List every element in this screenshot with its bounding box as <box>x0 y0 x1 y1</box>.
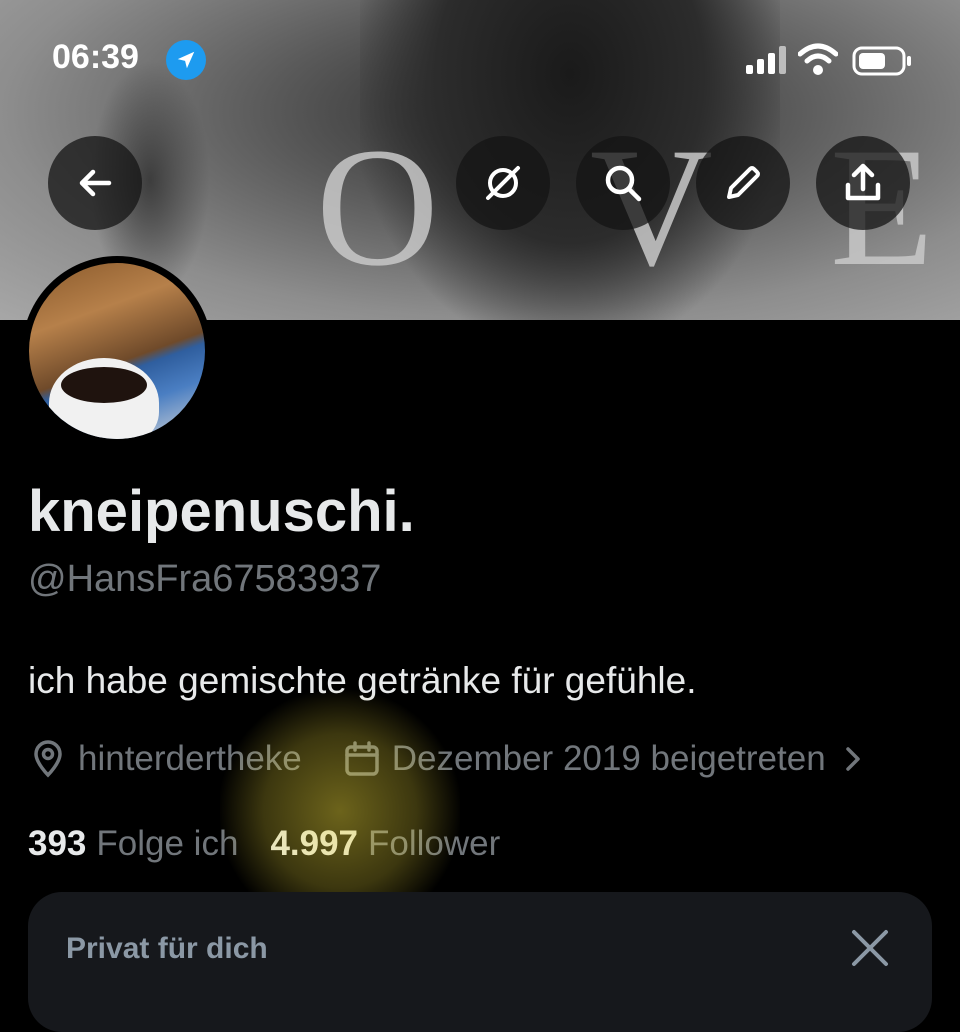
location-pin-icon <box>34 740 62 778</box>
following-label: Folge ich <box>96 824 239 863</box>
banner-letter-o: O <box>316 113 449 301</box>
avatar-coffee-shape <box>61 367 147 403</box>
back-arrow-icon <box>79 169 112 197</box>
close-icon[interactable] <box>848 926 892 970</box>
location-arrow-icon <box>166 40 206 80</box>
bio-text: ich habe gemischte getränke für gefühle. <box>28 660 697 701</box>
avatar[interactable] <box>22 256 212 446</box>
screen-smudge <box>220 690 460 910</box>
battery-icon <box>852 46 911 76</box>
wifi-icon <box>798 43 838 75</box>
display-name: kneipenuschi. <box>28 479 415 544</box>
followers-label: Follower <box>368 824 501 863</box>
back-button[interactable] <box>48 136 142 230</box>
edit-button[interactable] <box>696 136 790 230</box>
share-button[interactable] <box>816 136 910 230</box>
search-icon <box>605 165 642 202</box>
chevron-right-icon <box>845 747 860 771</box>
edit-pencil-icon <box>727 166 760 199</box>
status-time: 06:39 <box>52 38 139 76</box>
avatar-photo <box>29 263 205 439</box>
search-button[interactable] <box>576 136 670 230</box>
profile-stats-row: 393 Folge ich 4.997 Follower <box>28 824 500 864</box>
joined-date-text: Dezember 2019 beigetreten <box>391 739 826 778</box>
grok-button[interactable] <box>456 136 550 230</box>
user-handle: @HansFra67583937 <box>28 558 382 600</box>
calendar-icon <box>345 741 379 776</box>
card-title: Privat für dich <box>66 932 268 965</box>
share-icon <box>845 163 881 201</box>
followers-count: 4.997 <box>270 824 359 863</box>
following-stat[interactable]: 393 Folge ich <box>28 824 238 864</box>
grok-icon <box>486 166 520 200</box>
location-text: hinterdertheke <box>78 739 302 778</box>
following-count: 393 <box>28 824 87 863</box>
profile-meta-row[interactable]: hinterdertheke Dezember 2019 beigetreten <box>28 736 876 782</box>
cellular-signal-icon <box>746 46 786 74</box>
private-for-you-card[interactable]: Privat für dich <box>28 892 932 1032</box>
followers-stat[interactable]: 4.997 Follower <box>270 824 500 864</box>
